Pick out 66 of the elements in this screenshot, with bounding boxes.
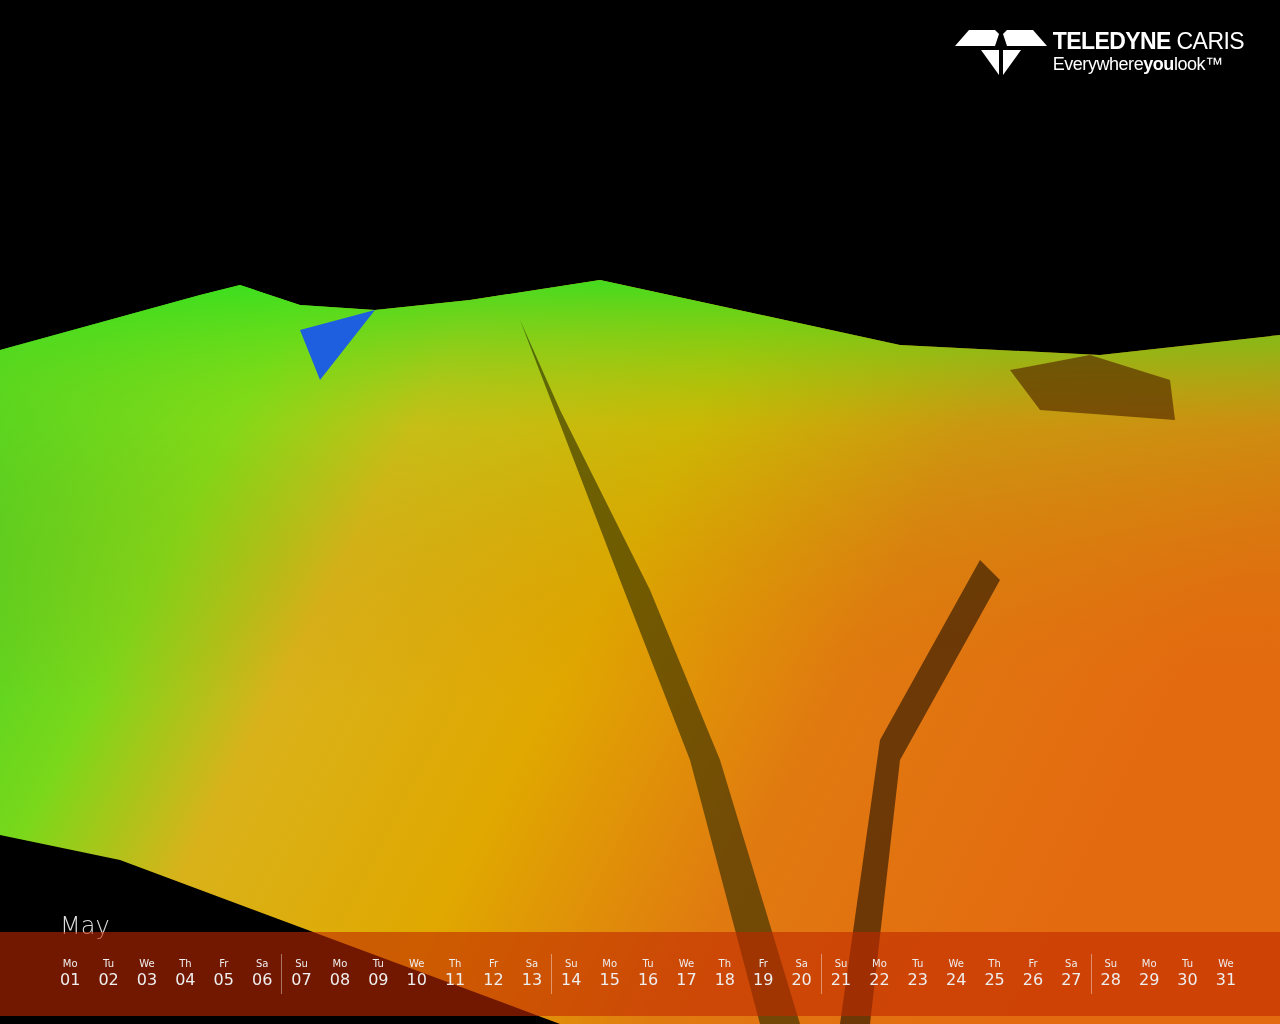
weekday-label: Fr: [1028, 957, 1038, 971]
date-number: 05: [213, 970, 234, 991]
date-number: 04: [175, 970, 196, 991]
date-number: 26: [1022, 970, 1044, 991]
weekday-label: Mo: [1141, 957, 1157, 971]
date-number: 20: [791, 970, 812, 991]
date-number: 12: [483, 970, 504, 991]
weekday-label: We: [408, 957, 425, 971]
weekday-label: Sa: [1065, 957, 1078, 971]
month-title: May: [60, 911, 110, 942]
weekday-label: Sa: [255, 957, 269, 971]
weekday-label: Tu: [1182, 957, 1193, 971]
weekday-label: We: [139, 957, 155, 971]
date-number: 15: [599, 970, 620, 991]
weekday-label: Tu: [642, 957, 654, 971]
date-number: 25: [984, 970, 1005, 991]
date-number: 10: [406, 970, 427, 991]
weekday-label: Su: [295, 957, 308, 971]
weekday-label: Fr: [758, 957, 768, 971]
date-number: 27: [1061, 970, 1082, 991]
date-number: 13: [521, 970, 543, 991]
weekday-label: Su: [564, 957, 578, 971]
weekday-label: Su: [834, 957, 848, 971]
weekday-label: Th: [179, 957, 192, 971]
date-number: 29: [1138, 970, 1160, 991]
date-number: 17: [676, 970, 697, 991]
date-number: 30: [1177, 970, 1198, 991]
weekday-label: Th: [718, 957, 732, 971]
date-number: 08: [329, 970, 351, 991]
logo-icon: [954, 28, 1047, 75]
weekday-label: We: [1218, 957, 1234, 971]
weekday-label: Mo: [602, 957, 618, 971]
date-number: 21: [830, 970, 852, 991]
date-number: 18: [714, 970, 735, 991]
date-number: 28: [1100, 970, 1121, 991]
weekday-label: Mo: [332, 957, 348, 971]
company-name: TELEDYNE CARIS: [1052, 30, 1244, 53]
date-number: 07: [291, 970, 312, 991]
date-number: 24: [946, 970, 967, 991]
date-number: 22: [869, 970, 890, 991]
weekday-label: Fr: [488, 957, 499, 971]
weekday-label: Tu: [372, 957, 384, 971]
date-number: 09: [368, 970, 389, 991]
date-number: 14: [561, 970, 582, 991]
weekday-label: Tu: [912, 957, 924, 971]
date-number: 11: [444, 970, 466, 991]
weekday-label: We: [948, 957, 964, 971]
date-number: 01: [60, 970, 81, 991]
weekday-label: Mo: [872, 957, 887, 971]
date-number: 31: [1215, 970, 1237, 991]
date-number: 02: [98, 970, 119, 991]
weekday-label: We: [678, 957, 695, 971]
date-number: 23: [907, 970, 928, 991]
weekday-label: Fr: [219, 957, 229, 971]
weekday-label: Su: [1104, 957, 1118, 971]
weekday-label: Th: [988, 957, 1001, 971]
date-number: 19: [753, 970, 774, 991]
date-number: 16: [637, 970, 659, 991]
weekday-label: Sa: [795, 957, 808, 971]
date-number: 06: [251, 970, 273, 991]
weekday-label: Mo: [62, 957, 78, 971]
weekday-label: Tu: [103, 957, 115, 971]
weekday-label: Th: [448, 957, 462, 971]
tagline: Everywhereyoulook™: [1052, 55, 1224, 73]
date-number: 03: [136, 970, 158, 991]
weekday-label: Sa: [525, 957, 539, 971]
